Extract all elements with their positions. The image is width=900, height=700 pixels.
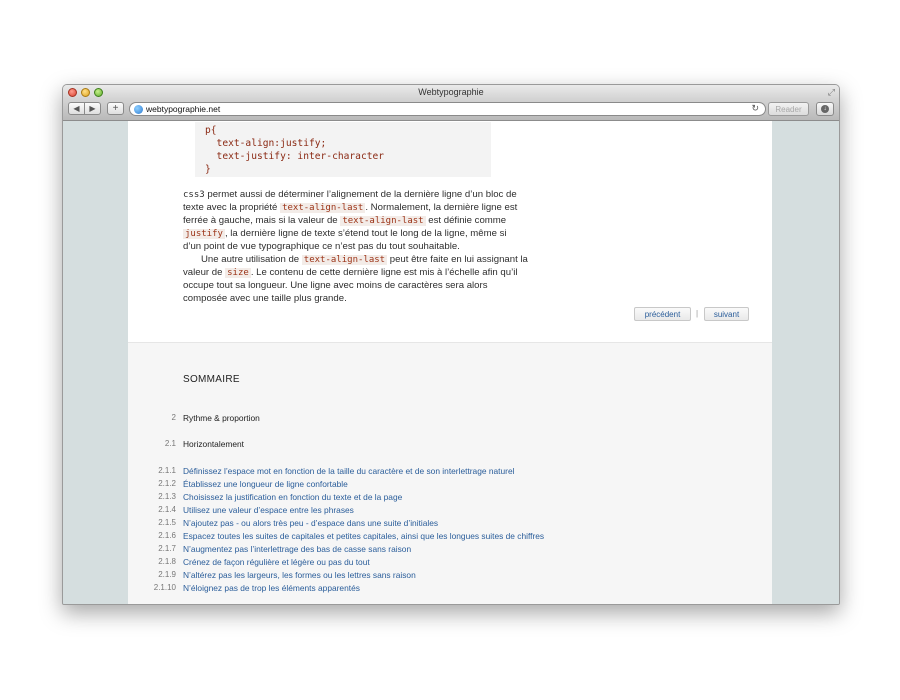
code-line: } [205,164,211,175]
download-icon: ↓ [821,105,829,113]
paragraph: Une autre utilisation de text-align-last… [183,253,563,305]
inline-code: size [225,268,251,279]
globe-icon [134,105,143,114]
toc-link[interactable]: N’augmentez pas l’interlettrage des bas … [183,544,411,554]
text-fragment: . Le contenu de cette dernière ligne est… [250,267,518,279]
window-title: Webtypographie [418,87,484,97]
toc-link[interactable]: N’ajoutez pas - ou alors très peu - d’es… [183,518,438,528]
toc-number: 2.1.6 [158,531,176,540]
toc-heading: SOMMAIRE [183,374,240,385]
toc-number: 2.1 [164,439,176,448]
text-fragment: Une autre utilisation de [201,254,302,265]
toolbar: ◀ ▶ + webtypographie.net ↻ Reader ↓ [63,100,839,121]
toc-link[interactable]: Choisissez la justification en fonction … [183,492,402,502]
text-fragment: permet aussi de déterminer l’alignement … [204,189,517,200]
code-line: text-align:justify; [205,138,327,149]
page-column: p{ text-align:justify; text-justify: int… [128,121,772,604]
toc-number: 2.1.3 [158,492,176,501]
text-line: justify, la dernière ligne de texte s’ét… [183,227,563,240]
text-line: ferrée à gauche, mais si la valeur de te… [183,214,563,227]
toc-number: 2.1.5 [158,518,176,527]
text-fragment: ferrée à gauche, mais si la valeur de [183,215,341,227]
browser-window: Webtypographie ⤢ ◀ ▶ + webtypographie.ne… [62,84,840,605]
toc-number: 2 [171,413,176,422]
text-line: d’un point de vue typographique ce n’est… [183,241,460,253]
table-of-contents: SOMMAIRE 2 Rythme & proportion 2.1 Horiz… [128,342,772,604]
text-fragment: , la dernière ligne de texte s’étend tou… [224,228,507,240]
text-fragment: est définie comme [425,215,507,227]
inline-code: text-align-last [301,255,388,265]
toc-number: 2.1.7 [158,544,176,553]
previous-button[interactable]: précédent [634,307,691,321]
text-line: texte avec la propriété text-align-last.… [183,201,563,214]
address-bar[interactable]: webtypographie.net ↻ [129,102,766,116]
code-line: p{ [205,125,217,136]
forward-button[interactable]: ▶ [84,102,101,115]
toc-chapter-title: Rythme & proportion [183,413,260,423]
text-line: valeur de size. Le contenu de cette dern… [183,266,563,279]
text-line: occupe tout sa longueur. Une ligne avec … [183,280,488,292]
toc-link[interactable]: Crénez de façon régulière et légère ou p… [183,557,370,567]
toc-link[interactable]: Définissez l’espace mot en fonction de l… [183,466,514,476]
downloads-button[interactable]: ↓ [816,102,834,116]
text-line: Une autre utilisation de text-align-last… [183,253,563,266]
add-bookmark-button[interactable]: + [107,102,124,115]
article: p{ text-align:justify; text-justify: int… [128,121,772,342]
url-text[interactable]: webtypographie.net [146,104,220,114]
toc-link[interactable]: N’éloignez pas de trop les éléments appa… [183,583,360,593]
pagination-separator: | [696,309,699,318]
inline-code: text-align-last [280,203,366,214]
toc-link[interactable]: Utilisez une valeur d’espace entre les p… [183,505,354,515]
fullscreen-icon[interactable]: ⤢ [828,87,835,98]
inline-code: text-align-last [340,216,426,227]
toc-link[interactable]: Espacez toutes les suites de capitales e… [183,531,544,541]
text-fragment: . Normalement, la dernière ligne est [365,202,518,214]
toc-number: 2.1.1 [158,466,176,475]
text-line: css3 permet aussi de déterminer l’aligne… [183,188,563,201]
next-button[interactable]: suivant [704,307,749,321]
code-block: p{ text-align:justify; text-justify: int… [195,122,491,177]
toc-number: 2.1.4 [158,505,176,514]
toc-link[interactable]: N’altérez pas les largeurs, les formes o… [183,570,416,580]
toc-number: 2.1.8 [158,557,176,566]
code-line: text-justify: inter-character [205,151,385,162]
reader-button[interactable]: Reader [768,102,809,116]
toc-number: 2.1.9 [158,570,176,579]
text-fragment: valeur de [183,267,226,279]
text-line: composée avec une taille plus grande. [183,293,347,305]
back-button[interactable]: ◀ [68,102,85,115]
toc-number: 2.1.2 [158,479,176,488]
page-viewport[interactable]: p{ text-align:justify; text-justify: int… [63,121,839,604]
toc-section-title: Horizontalement [183,439,244,449]
inline-code: justify [183,229,225,240]
reload-icon[interactable]: ↻ [751,103,759,114]
toc-link[interactable]: Établissez une longueur de ligne confort… [183,479,348,489]
paragraph: css3 permet aussi de déterminer l’aligne… [183,188,563,253]
toc-number: 2.1.10 [153,583,176,592]
inline-term: css3 [183,190,205,200]
text-fragment: peut être faite en lui assignant la [387,254,528,265]
text-fragment: texte avec la propriété [183,202,281,214]
title-bar: Webtypographie ⤢ [63,85,839,100]
